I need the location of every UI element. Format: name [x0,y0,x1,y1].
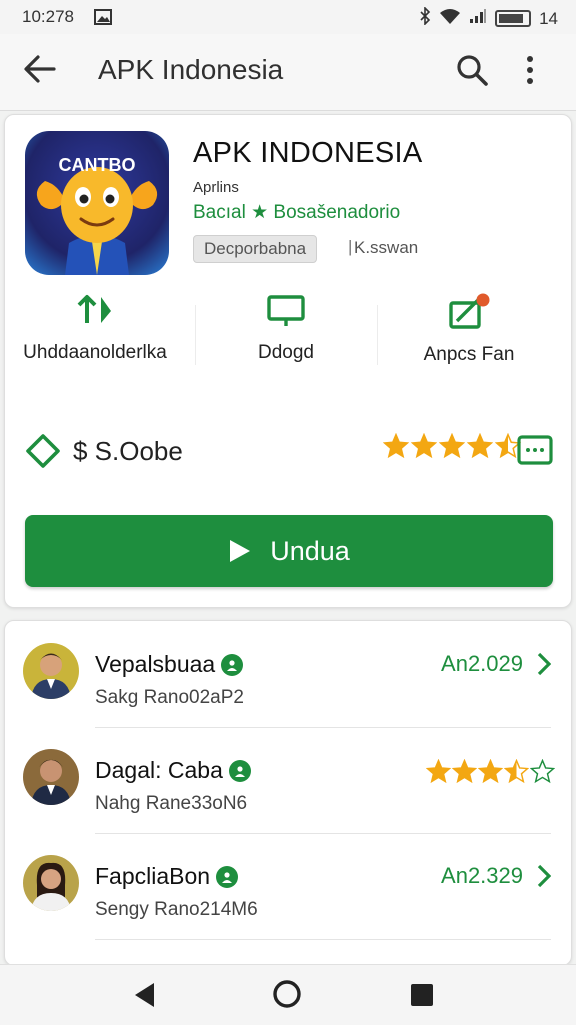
share-icon [449,293,490,329]
stat-screen-label: Ddogd [258,342,314,363]
reviewer-name-row: Vepalsbuaa [95,651,244,678]
reviewer-name-row: Dagal: Caba [95,757,251,784]
verified-badge-icon [228,759,251,782]
star-icon [426,759,451,784]
review-meta: Sakg Rano02aP2 [95,687,244,708]
price-text: $ S.Oobe [73,435,183,466]
chevron-right-icon[interactable] [537,864,551,888]
stat-transfer[interactable]: Uhddaanolderlka [5,293,185,364]
star-icon [478,759,503,784]
chevron-right-icon[interactable] [537,652,551,676]
status-time: 10:278 [22,7,74,26]
app-bar: APK Indonesia [0,34,576,111]
review-value: An2.329 [441,863,523,888]
stat-screen[interactable]: Ddogd [196,293,376,364]
star-icon [411,433,437,459]
install-button[interactable]: Undua [25,515,553,587]
divider [95,727,551,728]
reviewer-name: Dagal: Caba [95,757,223,783]
review-row[interactable]: Dagal: Caba Nahg Rane33oN6 [5,729,571,834]
app-rating-stars [383,433,521,459]
star-icon [452,759,477,784]
reviewer-name: Vepalsbuaa [95,651,216,677]
battery-level: 14 [539,8,558,28]
avatar [23,749,79,805]
star-icon [439,433,465,459]
battery-icon [495,10,532,27]
review-row[interactable]: Vepalsbuaa Sakg Rano02aP2 An2.029 [5,623,571,728]
page-title: APK Indonesia [98,54,284,85]
tag-separator: | [348,237,353,256]
nav-back-icon[interactable] [132,981,156,1014]
divider [95,833,551,834]
app-icon: CANTBO [25,131,169,275]
review-value-row: An2.329 [441,863,551,889]
signal-icon [469,8,487,29]
wifi-icon [439,8,461,29]
category-label[interactable]: Bacıal ★ Bosašenadorio [193,201,400,224]
star-icon [383,433,409,459]
reviews-card: Vepalsbuaa Sakg Rano02aP2 An2.029 Dagal:… [4,620,572,966]
star-icon [504,759,529,784]
comment-icon[interactable] [517,435,553,472]
stat-transfer-label: Uhddaanolderlka [23,342,167,363]
verified-badge-icon [216,865,239,888]
search-icon[interactable] [455,53,489,92]
bluetooth-icon [419,6,431,30]
price-row: $ S.Oobe [25,433,183,469]
diamond-icon [26,434,60,468]
review-value: An2.029 [441,651,523,676]
review-value-row: An2.029 [441,651,551,677]
reviewer-name: FapcliaBon [95,863,211,889]
system-nav-bar [0,964,576,1025]
play-icon [230,540,251,562]
divider [95,939,551,940]
status-bar: 10:278 14 [0,0,576,34]
avatar [23,855,79,911]
star-icon [467,433,493,459]
image-notification-icon [94,9,112,30]
review-meta: Nahg Rane33oN6 [95,793,248,814]
review-rating-stars [426,759,555,784]
screen-icon [267,295,305,326]
review-meta: Sengy Rano214M6 [95,899,258,920]
nav-recents-icon[interactable] [410,983,434,1012]
back-arrow-icon[interactable] [22,54,56,89]
review-row[interactable]: FapcliaBon Sengy Rano214M6 An2.329 [5,835,571,940]
verified-badge-icon [221,653,244,676]
app-name: APK INDONESIA [193,137,423,169]
stat-share[interactable]: Anpcs Fan [379,293,559,366]
stat-share-label: Anpcs Fan [423,344,515,365]
nav-home-icon[interactable] [272,979,302,1014]
avatar [23,643,79,699]
more-options-icon[interactable] [526,54,534,91]
tag-extra[interactable]: K.sswan [354,238,418,258]
install-button-label: Undua [270,535,350,566]
app-icon-logo-text: CANTBO [59,155,136,175]
star-icon [530,759,555,784]
reviewer-name-row: FapcliaBon [95,863,239,890]
developer-name[interactable]: Aprlins [193,179,239,196]
app-details-card: CANTBO APK INDONESIA Aprlins Bacıal ★ Bo… [4,114,572,608]
content-tag[interactable]: Decporbabna [193,235,318,263]
stat-divider [377,305,378,365]
transfer-icon [77,295,111,323]
